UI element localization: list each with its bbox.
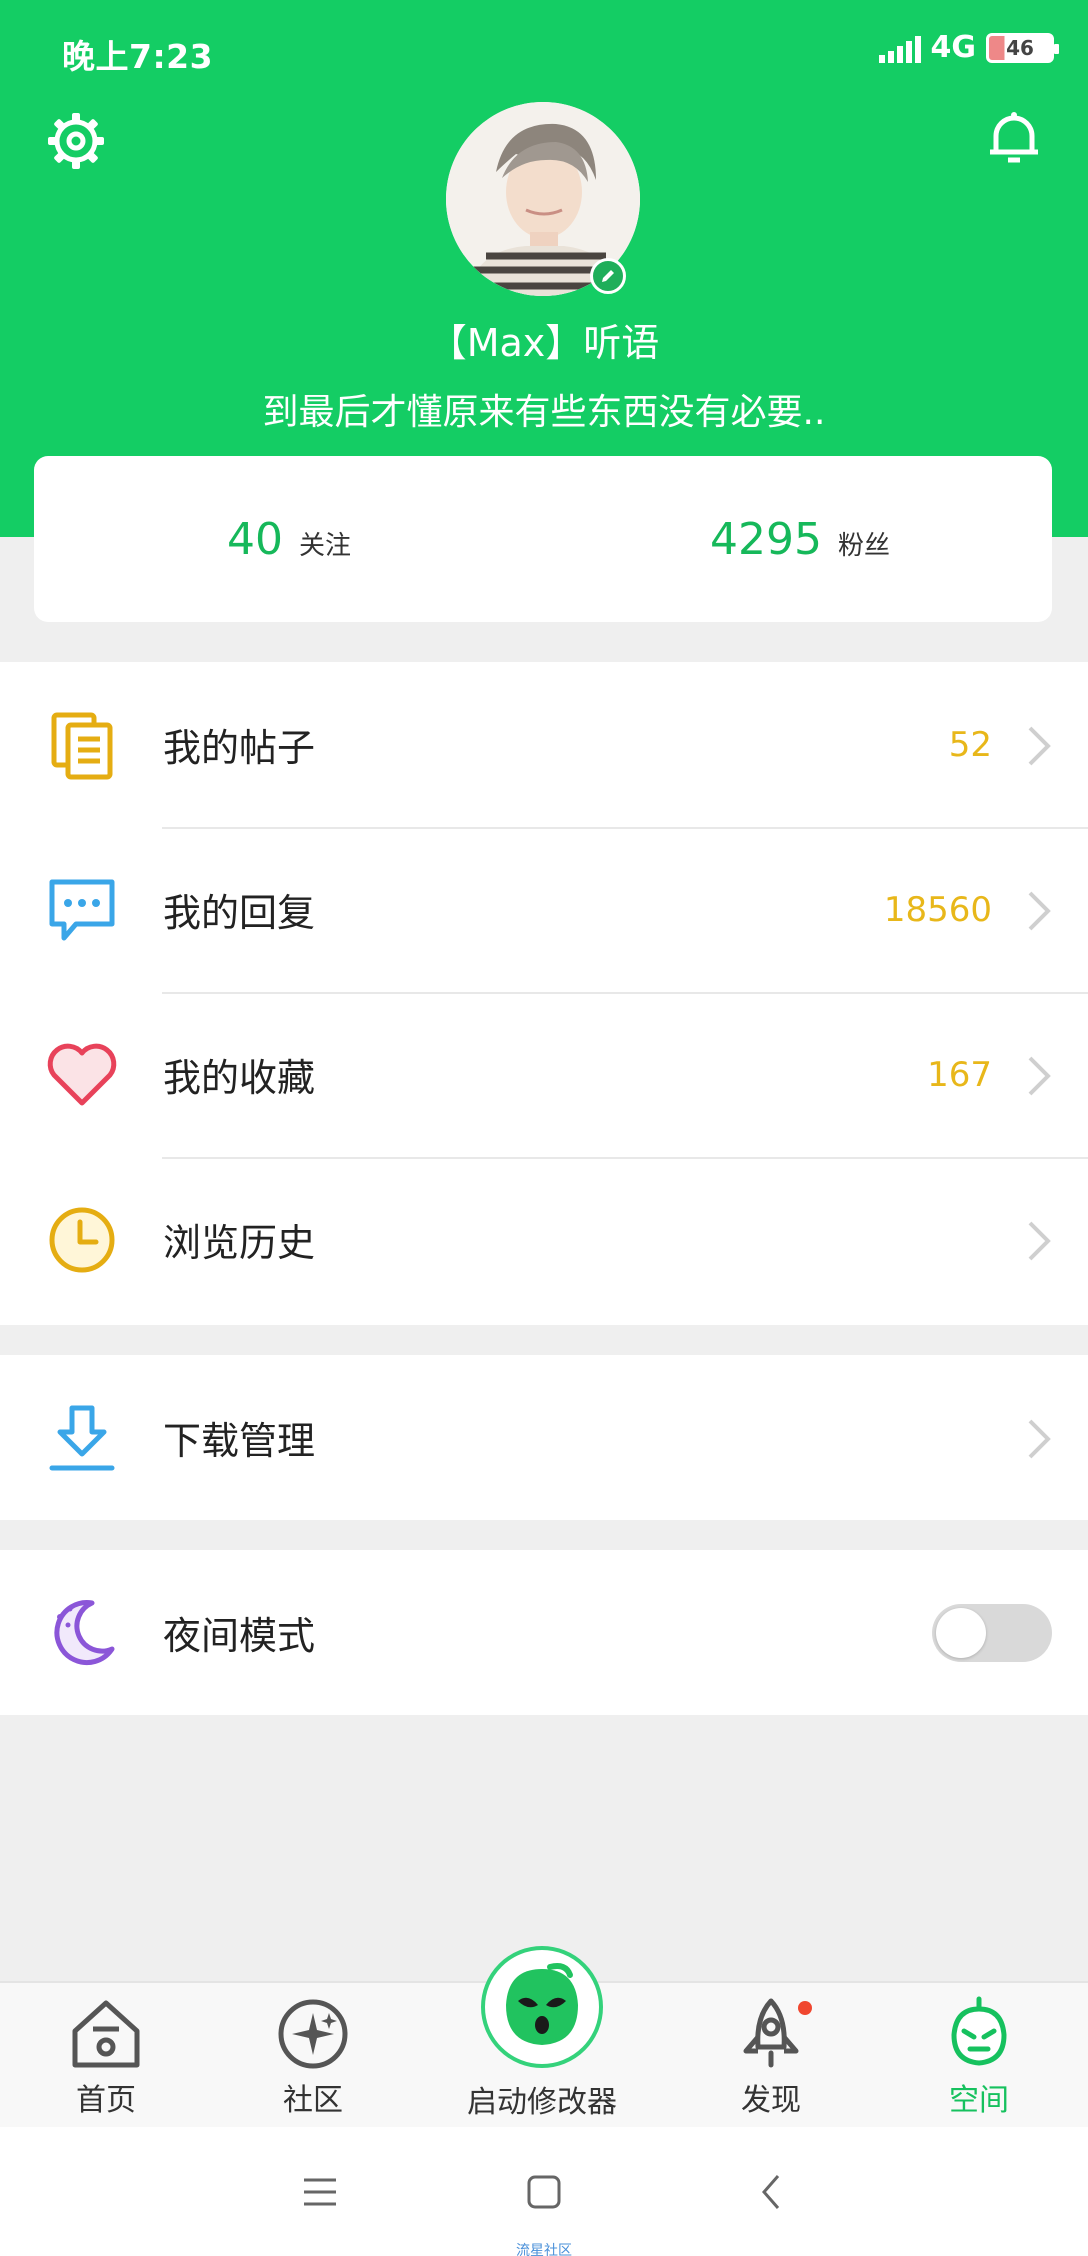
menu-group-settings: 夜间模式 xyxy=(0,1550,1088,1715)
toggle-knob xyxy=(936,1608,986,1658)
home-nav-button[interactable] xyxy=(514,2167,574,2217)
battery-icon: 46 xyxy=(986,32,1059,63)
pencil-icon xyxy=(602,270,614,282)
chevron-right-icon xyxy=(1028,891,1051,931)
tab-community-label: 社区 xyxy=(283,2083,343,2118)
gear-icon xyxy=(48,113,104,169)
menu-item-history[interactable]: 浏览历史 xyxy=(0,1157,1088,1322)
menu-item-downloads[interactable]: 下载管理 xyxy=(0,1355,1088,1520)
menu-icon xyxy=(304,2178,336,2206)
menu-item-downloads-label: 下载管理 xyxy=(163,1419,316,1463)
signal-icon xyxy=(878,33,921,63)
home-icon xyxy=(72,2000,140,2068)
menu-group-content: 我的帖子 52 我的回复 18560 我的收藏 167 浏览历史 xyxy=(0,662,1088,1325)
system-nav-bar xyxy=(0,2127,1088,2256)
settings-button[interactable] xyxy=(40,105,112,177)
notifications-button[interactable] xyxy=(978,102,1050,174)
following-label: 关注 xyxy=(299,531,352,561)
username: 【Max】听语 xyxy=(428,321,660,365)
clock-icon xyxy=(44,1202,120,1278)
night-mode-toggle[interactable] xyxy=(932,1604,1052,1662)
fans-stat[interactable]: 4295 粉丝 xyxy=(710,514,890,565)
tab-launch-label: 启动修改器 xyxy=(467,2085,617,2120)
chat-bubble-icon xyxy=(44,872,120,948)
tab-space-label: 空间 xyxy=(949,2083,1009,2118)
menu-nav-button[interactable] xyxy=(290,2167,350,2217)
edit-avatar-button[interactable] xyxy=(590,258,626,294)
menu-item-posts-count: 52 xyxy=(948,724,992,765)
status-indicators: 4G 46 xyxy=(878,30,1059,65)
network-type: 4G xyxy=(930,30,977,65)
document-icon xyxy=(44,707,120,783)
chevron-right-icon xyxy=(1028,726,1051,766)
tab-home-label: 首页 xyxy=(76,2083,136,2118)
tab-discover-label: 发现 xyxy=(741,2083,801,2118)
chevron-right-icon xyxy=(1028,1419,1051,1459)
back-nav-button[interactable] xyxy=(742,2167,802,2217)
chevron-right-icon xyxy=(1028,1056,1051,1096)
menu-item-favorites[interactable]: 我的收藏 167 xyxy=(0,992,1088,1157)
fans-count: 4295 xyxy=(710,514,822,565)
chevron-right-icon xyxy=(1028,1221,1051,1261)
menu-item-replies-label: 我的回复 xyxy=(163,891,316,935)
menu-item-replies[interactable]: 我的回复 18560 xyxy=(0,827,1088,992)
menu-item-history-label: 浏览历史 xyxy=(163,1221,316,1265)
following-count: 40 xyxy=(227,514,283,565)
sparkle-icon xyxy=(278,1999,348,2069)
tab-community[interactable]: 社区 xyxy=(238,1995,388,2119)
square-icon xyxy=(527,2175,561,2209)
tab-space[interactable]: 空间 xyxy=(904,1995,1054,2119)
download-icon xyxy=(44,1400,120,1476)
battery-level: 46 xyxy=(1006,35,1034,60)
menu-item-replies-count: 18560 xyxy=(883,889,992,930)
menu-item-posts-label: 我的帖子 xyxy=(163,726,316,770)
notification-dot xyxy=(798,2001,812,2015)
heart-icon xyxy=(44,1037,120,1113)
menu-item-night-mode-label: 夜间模式 xyxy=(163,1614,316,1658)
status-time: 晚上7:23 xyxy=(62,37,214,76)
launch-modifier-button[interactable] xyxy=(481,1946,603,2068)
following-stat[interactable]: 40 关注 xyxy=(227,514,351,565)
status-bar: 晚上7:23 4G 46 xyxy=(0,0,1088,100)
moon-icon xyxy=(44,1595,120,1671)
alien-mascot-icon xyxy=(951,1996,1007,2066)
menu-item-favorites-count: 167 xyxy=(927,1054,992,1095)
tab-discover[interactable]: 发现 xyxy=(696,1995,846,2119)
menu-item-favorites-label: 我的收藏 xyxy=(163,1056,316,1100)
bell-icon xyxy=(990,112,1038,163)
menu-group-downloads: 下载管理 xyxy=(0,1355,1088,1520)
stats-card: 40 关注 4295 粉丝 xyxy=(34,456,1052,622)
alien-mascot-icon xyxy=(506,1963,578,2045)
menu-item-night-mode: 夜间模式 xyxy=(0,1550,1088,1715)
menu-item-posts[interactable]: 我的帖子 52 xyxy=(0,662,1088,827)
fans-label: 粉丝 xyxy=(837,531,890,561)
signature: 到最后才懂原来有些东西没有必要.. xyxy=(262,392,826,433)
back-icon xyxy=(762,2175,780,2209)
tab-home[interactable]: 首页 xyxy=(31,1995,181,2119)
watermark: 流星社区 xyxy=(516,2243,572,2256)
